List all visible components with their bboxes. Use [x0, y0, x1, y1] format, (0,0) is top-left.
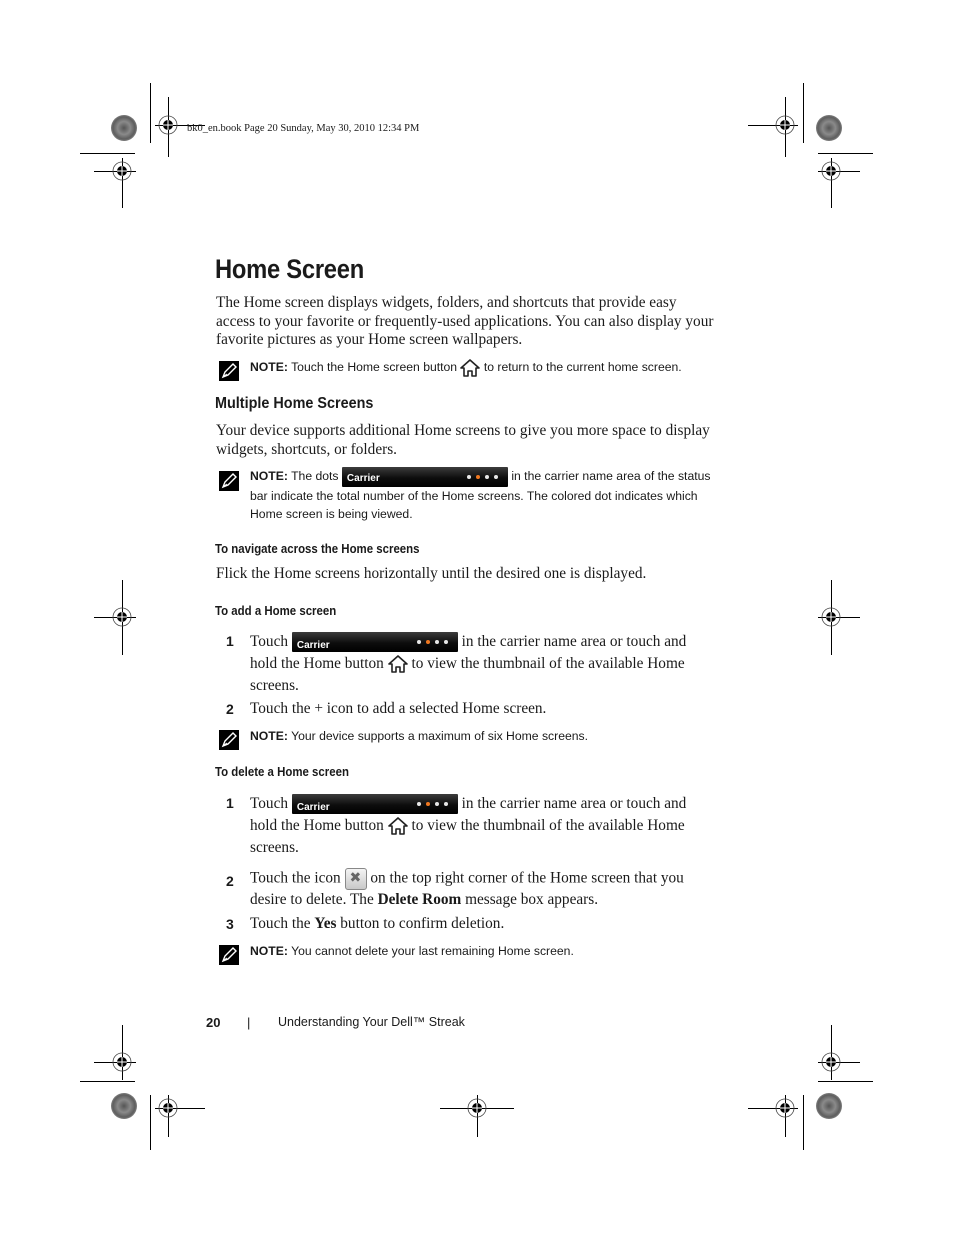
note-pencil-icon [219, 730, 239, 750]
crop-line [150, 1095, 151, 1150]
registration-target-icon [112, 607, 132, 627]
page-dot [416, 802, 421, 807]
note-text: Touch the Home screen button [291, 360, 458, 374]
carrier-label: Carrier [296, 640, 330, 652]
step-number: 3 [226, 916, 234, 932]
chapter-title: Understanding Your Dell™ Streak [278, 1015, 465, 1029]
page-title: Home Screen [215, 254, 364, 284]
delete-step-3: Touch the Yes button to confirm deletion… [250, 914, 710, 934]
registration-target-icon [821, 161, 841, 181]
carrier-status-bar: Carrier [341, 467, 508, 487]
home-screen-dots [416, 640, 448, 645]
footer-separator: | [247, 1015, 251, 1030]
registration-disc [816, 1093, 842, 1119]
note-pencil-icon [219, 361, 239, 381]
registration-target-icon [158, 1098, 178, 1118]
home-button-icon [387, 655, 408, 674]
step-text: message box appears. [465, 891, 599, 908]
navigate-text: Flick the Home screens horizontally unti… [216, 565, 647, 582]
registration-target-icon [775, 1098, 795, 1118]
crop-line [818, 1081, 873, 1082]
registration-target-icon [467, 1098, 487, 1118]
crop-line [80, 1081, 135, 1082]
note-label: NOTE: [250, 360, 288, 374]
home-button-icon [460, 358, 481, 377]
crop-line [818, 153, 873, 154]
step-number: 1 [226, 633, 234, 649]
page-dot [484, 475, 489, 479]
section-intro: Your device supports additional Home scr… [216, 422, 710, 458]
note-label: NOTE: [250, 729, 288, 743]
registration-target-icon [775, 115, 795, 135]
page-dot-active [425, 802, 430, 807]
delete-step-2: Touch the icon ✖ on the top right corner… [250, 868, 710, 909]
step-number: 1 [226, 795, 234, 811]
page-dot [416, 640, 421, 645]
step-number: 2 [226, 873, 234, 889]
delete-room-label: Delete Room [377, 891, 462, 908]
print-header: bk0_en.book Page 20 Sunday, May 30, 2010… [187, 123, 420, 134]
page-dot [493, 475, 498, 479]
registration-target-icon [821, 1052, 841, 1072]
note-text: You cannot delete your last remaining Ho… [291, 944, 574, 958]
intro-paragraph: The Home screen displays widgets, folder… [216, 294, 714, 348]
page-dot [443, 640, 448, 645]
registration-target-icon [821, 607, 841, 627]
delete-heading: To delete a Home screen [215, 764, 349, 779]
home-screen-dots [466, 475, 498, 479]
page-dot-active [475, 475, 480, 479]
crop-line [150, 83, 151, 143]
registration-target-icon [158, 115, 178, 135]
note-text: The dots [291, 469, 339, 484]
navigate-heading: To navigate across the Home screens [215, 541, 420, 556]
yes-label: Yes [314, 915, 337, 932]
note-last-screen: NOTE: You cannot delete your last remain… [250, 942, 730, 960]
page-dot [434, 802, 439, 807]
crop-line [803, 1095, 804, 1150]
page-dot [466, 475, 471, 479]
add-step-2: Touch the + icon to add a selected Home … [250, 700, 547, 717]
registration-target-icon [112, 161, 132, 181]
note-label: NOTE: [250, 944, 288, 958]
note-pencil-icon [219, 471, 239, 491]
step-text: Touch the [250, 915, 311, 932]
page-dot [443, 802, 448, 807]
registration-disc [816, 115, 842, 141]
add-heading: To add a Home screen [215, 603, 337, 618]
note-text: Your device supports a maximum of six Ho… [291, 729, 589, 743]
step-text: button to confirm deletion. [340, 915, 505, 932]
home-button-icon [387, 817, 408, 836]
crop-line [803, 83, 804, 143]
step-number: 2 [226, 701, 234, 717]
carrier-status-bar: Carrier [291, 632, 458, 653]
page-dot [434, 640, 439, 645]
home-screen-dots [416, 802, 448, 807]
carrier-label: Carrier [346, 473, 380, 484]
page-number: 20 [206, 1015, 221, 1030]
registration-target-icon [112, 1052, 132, 1072]
section-title: Multiple Home Screens [215, 395, 374, 412]
carrier-status-bar: Carrier [291, 794, 458, 815]
step-text: Touch [250, 795, 289, 812]
note-dots: NOTE: The dots Carrier in the carrier na… [250, 467, 720, 523]
step-text: Touch the icon [250, 869, 341, 887]
note-home-button: NOTE: Touch the Home screen button to re… [250, 358, 730, 377]
registration-disc [111, 115, 137, 141]
registration-disc [111, 1093, 137, 1119]
note-pencil-icon [219, 945, 239, 965]
page-dot-active [425, 640, 430, 645]
delete-x-icon: ✖ [344, 868, 367, 890]
crop-line [80, 153, 135, 154]
carrier-label: Carrier [296, 802, 330, 814]
step-text: Touch [250, 633, 289, 650]
add-step-1: Touch Carrier in the carrier name area o… [250, 631, 710, 697]
delete-step-1: Touch Carrier in the carrier name area o… [250, 793, 710, 859]
note-max-screens: NOTE: Your device supports a maximum of … [250, 727, 730, 745]
note-label: NOTE: [250, 469, 288, 484]
note-text: to return to the current home screen. [483, 360, 682, 374]
